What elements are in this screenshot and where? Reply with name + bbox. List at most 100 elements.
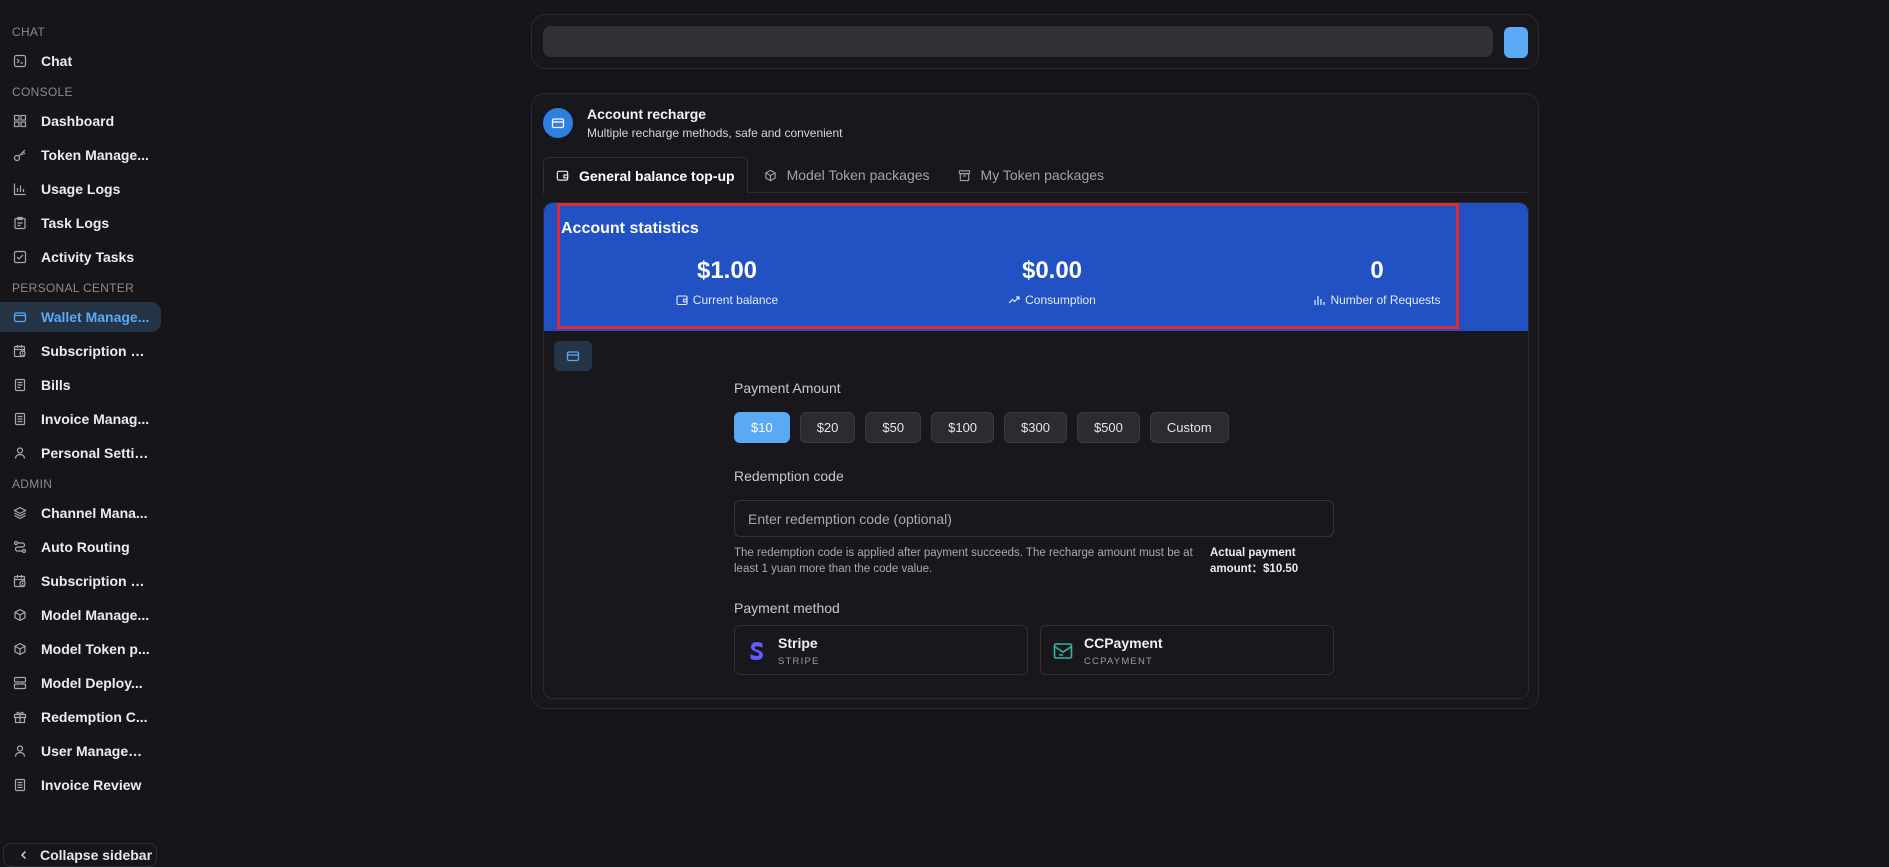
stat-label-row: Number of Requests	[1277, 293, 1477, 307]
wallet-icon	[556, 169, 569, 182]
top-up-panel: Account statistics $1.00 Current balance…	[543, 202, 1529, 699]
search-input[interactable]	[543, 26, 1493, 57]
section-title-admin: ADMIN	[12, 477, 53, 491]
sidebar-item-subscription-plans[interactable]: Subscription Pl...	[0, 336, 161, 366]
amount-option-100[interactable]: $100	[931, 412, 995, 443]
payment-method-stripe[interactable]: Stripe STRIPE	[734, 625, 1028, 675]
sidebar-item-model-token-packages[interactable]: Model Token p...	[0, 634, 161, 664]
bar-chart-icon	[13, 182, 27, 196]
key-icon	[13, 148, 27, 162]
sidebar-item-token-management[interactable]: Token Manage...	[0, 140, 161, 170]
amount-option-300[interactable]: $300	[1004, 412, 1067, 443]
stat-label-row: Current balance	[627, 293, 827, 307]
sidebar-item-label: Model Token p...	[41, 641, 150, 657]
package-icon	[958, 169, 971, 182]
sidebar-item-label: Invoice Review	[41, 777, 142, 793]
sidebar-item-auto-routing[interactable]: Auto Routing	[0, 532, 161, 562]
tab-general-balance-top-up[interactable]: General balance top-up	[543, 157, 748, 194]
tab-label: Model Token packages	[786, 167, 930, 183]
sidebar-item-label: Activity Tasks	[41, 249, 135, 265]
payment-amount-label: Payment Amount	[734, 380, 841, 396]
tab-my-token-packages[interactable]: My Token packages	[946, 157, 1116, 193]
wallet-icon	[676, 294, 688, 306]
sidebar-item-model-deployment[interactable]: Model Deploy...	[0, 668, 161, 698]
payment-method-code: STRIPE	[778, 656, 820, 667]
amount-option-custom[interactable]: Custom	[1149, 412, 1229, 443]
stat-value: $1.00	[696, 257, 758, 284]
sidebar-item-invoice-review[interactable]: Invoice Review	[0, 770, 161, 800]
clipboard-icon	[13, 216, 27, 230]
sidebar-item-label: Task Logs	[41, 215, 110, 231]
credit-card-icon	[566, 349, 580, 363]
chevron-left-icon	[18, 849, 30, 861]
stat-consumption: $0.00 Consumption	[952, 255, 1152, 307]
sidebar-item-label: Model Deploy...	[41, 675, 143, 691]
payment-method-code: CCPAYMENT	[1084, 656, 1154, 667]
routing-icon	[13, 540, 27, 554]
payment-method-name: Stripe	[778, 635, 818, 651]
sidebar-item-invoice-management[interactable]: Invoice Manag...	[0, 404, 161, 434]
sidebar-item-label: User Managem...	[41, 743, 151, 759]
sidebar-item-label: Token Manage...	[41, 147, 149, 163]
amount-options: $10 $20 $50 $100 $300 $500 Custom	[734, 412, 1239, 443]
sidebar-item-redemption-codes[interactable]: Redemption C...	[0, 702, 161, 732]
sidebar-item-label: Wallet Manage...	[41, 309, 150, 325]
sidebar-item-label: Subscription Pl...	[41, 343, 151, 359]
actual-payment-value: $10.50	[1263, 563, 1299, 575]
sidebar: CHAT Chat CONSOLE Dashboard Token Manage…	[0, 0, 165, 867]
sidebar-item-model-management[interactable]: Model Manage...	[0, 600, 161, 630]
redemption-code-label: Redemption code	[734, 468, 844, 484]
gift-icon	[13, 710, 27, 724]
cube-icon	[13, 608, 27, 622]
stat-value: 0	[1370, 257, 1384, 284]
invoice-icon	[13, 778, 27, 792]
sidebar-item-label: Redemption C...	[41, 709, 148, 725]
redemption-hint: The redemption code is applied after pay…	[734, 547, 1193, 575]
sidebar-item-task-logs[interactable]: Task Logs	[0, 208, 161, 238]
search-button[interactable]	[1504, 27, 1528, 58]
amount-option-500[interactable]: $500	[1076, 412, 1140, 443]
sidebar-item-label: Auto Routing	[41, 539, 130, 555]
sidebar-item-usage-logs[interactable]: Usage Logs	[0, 174, 161, 204]
stat-current-balance: $1.00 Current balance	[627, 255, 827, 307]
amount-option-10[interactable]: $10	[734, 412, 790, 443]
sidebar-item-subscription-management[interactable]: Subscription M...	[0, 566, 161, 596]
redemption-code-input[interactable]	[734, 500, 1334, 537]
calendar-clock-icon	[13, 344, 27, 358]
chat-icon	[13, 54, 27, 68]
payment-card-button[interactable]	[554, 341, 592, 371]
recharge-tabs: General balance top-up Model Token packa…	[543, 157, 1529, 194]
sidebar-item-channel-management[interactable]: Channel Mana...	[0, 498, 161, 528]
amount-option-50[interactable]: $50	[865, 412, 922, 443]
sidebar-item-label: Subscription M...	[41, 573, 151, 589]
sidebar-item-label: Chat	[41, 53, 73, 69]
document-icon	[13, 378, 27, 392]
sidebar-item-user-management[interactable]: User Managem...	[0, 736, 161, 766]
sidebar-item-bills[interactable]: Bills	[0, 370, 161, 400]
collapse-sidebar-label: Collapse sidebar	[40, 847, 153, 863]
wallet-icon	[13, 310, 27, 324]
bar-chart-icon	[1313, 294, 1326, 306]
payment-method-name: CCPayment	[1084, 635, 1163, 651]
sidebar-item-label: Channel Mana...	[41, 505, 148, 521]
stat-label: Current balance	[692, 293, 779, 307]
sidebar-item-activity-tasks[interactable]: Activity Tasks	[0, 242, 161, 272]
amount-option-20[interactable]: $20	[799, 412, 856, 443]
sidebar-item-dashboard[interactable]: Dashboard	[0, 106, 161, 136]
collapse-sidebar-button[interactable]: Collapse sidebar	[3, 843, 157, 867]
stat-label-row: Consumption	[952, 293, 1152, 307]
stats-title: Account statistics	[561, 220, 699, 237]
sidebar-item-chat[interactable]: Chat	[0, 46, 161, 76]
section-title-personal-center: PERSONAL CENTER	[12, 281, 135, 295]
tab-model-token-packages[interactable]: Model Token packages	[752, 157, 942, 193]
sidebar-item-wallet-management[interactable]: Wallet Manage...	[0, 302, 161, 332]
payment-method-ccpayment[interactable]: CCPayment CCPAYMENT	[1040, 625, 1334, 675]
page-title: Account recharge	[587, 106, 707, 122]
sidebar-item-label: Personal Settin...	[41, 445, 151, 461]
calendar-clock-icon	[13, 574, 27, 588]
sidebar-item-personal-settings[interactable]: Personal Settin...	[0, 438, 161, 468]
user-icon	[13, 744, 27, 758]
server-icon	[13, 676, 27, 690]
tab-label: My Token packages	[980, 167, 1105, 183]
stat-number-of-requests: 0 Number of Requests	[1277, 255, 1477, 307]
